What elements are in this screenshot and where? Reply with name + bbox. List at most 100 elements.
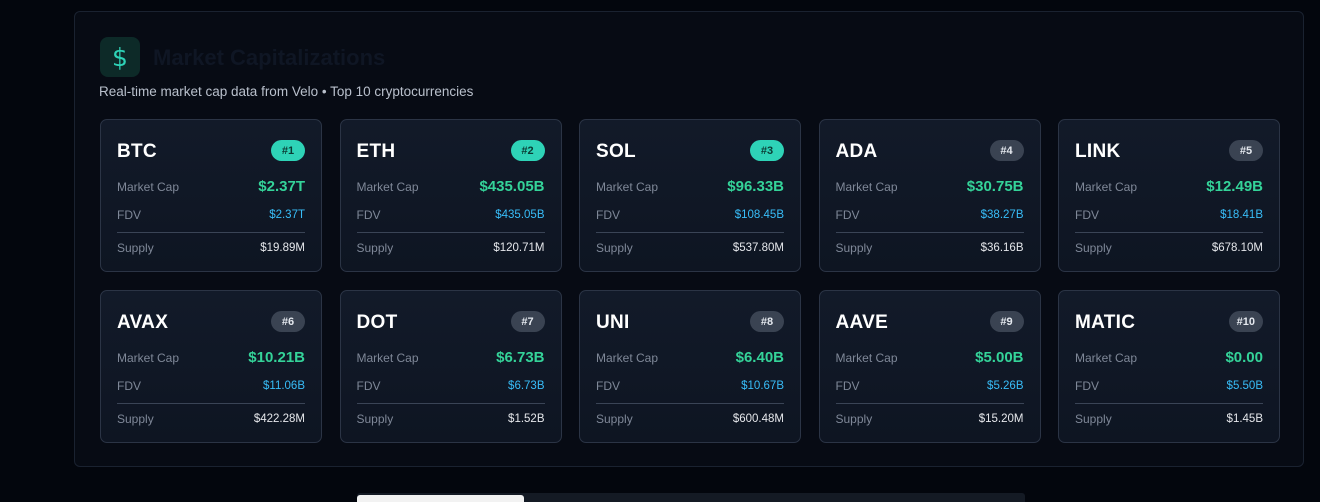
coin-symbol: UNI: [596, 312, 630, 333]
coin-symbol: BTC: [117, 141, 157, 162]
supply-value: $19.89M: [260, 242, 305, 254]
market-cap-value: $96.33B: [727, 178, 784, 195]
market-cap-value: $435.05B: [479, 178, 545, 195]
market-cap-label: Market Cap: [596, 350, 659, 365]
market-cap-value: $0.00: [1225, 349, 1263, 366]
coin-symbol: AVAX: [117, 312, 169, 333]
divider: [596, 403, 784, 404]
panel-title: Market Capitalizations: [153, 45, 386, 70]
crypto-card-aave[interactable]: AAVE #9 Market Cap $5.00B FDV $5.26B Suppl…: [818, 290, 1041, 443]
fdv-value: $5.50B: [1226, 380, 1263, 392]
crypto-card-grid: BTC #1 Market Cap $2.37T FDV $2.37T Supply…: [100, 119, 1280, 443]
supply-label: Supply: [356, 412, 394, 426]
fdv-label: FDV: [835, 379, 860, 393]
supply-value: $600.48M: [732, 413, 784, 425]
crypto-card-ada[interactable]: ADA #4 Market Cap $30.75B FDV $38.27B Supp…: [818, 119, 1041, 272]
divider: [117, 232, 305, 233]
supply-label: Supply: [1075, 241, 1112, 255]
market-cap-panel: $ Market Capitalizations Real-time marke…: [74, 11, 1304, 467]
crypto-card-uni[interactable]: UNI #8 Market Cap $6.40B FDV $10.67B Suppl…: [579, 290, 801, 443]
dollar-icon: $: [100, 37, 140, 77]
coin-symbol: LINK: [1075, 141, 1121, 162]
supply-value: $15.20M: [978, 413, 1024, 425]
coin-symbol: DOT: [356, 312, 398, 333]
fdv-label: FDV: [356, 208, 381, 222]
rank-badge: #5: [1229, 140, 1263, 161]
rank-badge: #9: [989, 311, 1024, 332]
market-cap-label: Market Cap: [596, 179, 659, 194]
fdv-label: FDV: [117, 379, 141, 393]
rank-badge: #6: [271, 311, 305, 332]
supply-label: Supply: [596, 241, 633, 255]
supply-label: Supply: [596, 412, 633, 426]
horizontal-scrollbar[interactable]: [357, 493, 1025, 502]
supply-value: $1.45B: [1226, 413, 1263, 425]
divider: [1075, 403, 1263, 404]
crypto-card-eth[interactable]: ETH #2 Market Cap $435.05B FDV $435.05B Su…: [339, 119, 562, 272]
market-cap-label: Market Cap: [1075, 350, 1138, 365]
coin-symbol: ADA: [835, 141, 878, 162]
rank-badge: #2: [510, 140, 545, 161]
fdv-label: FDV: [117, 208, 141, 222]
fdv-value: $10.67B: [741, 380, 784, 392]
rank-badge: #10: [1228, 311, 1263, 332]
supply-label: Supply: [1075, 412, 1112, 426]
crypto-card-btc[interactable]: BTC #1 Market Cap $2.37T FDV $2.37T Supply…: [100, 119, 322, 272]
market-cap-label: Market Cap: [835, 179, 898, 194]
market-cap-value: $6.73B: [496, 349, 545, 366]
fdv-value: $18.41B: [1220, 209, 1263, 221]
supply-value: $422.28M: [253, 413, 305, 425]
crypto-card-link[interactable]: LINK #5 Market Cap $12.49B FDV $18.41B Sup…: [1058, 119, 1280, 272]
crypto-card-dot[interactable]: DOT #7 Market Cap $6.73B FDV $6.73B Supply…: [339, 290, 562, 443]
supply-label: Supply: [835, 412, 873, 426]
crypto-card-matic[interactable]: MATIC #10 Market Cap $0.00 FDV $5.50B Supp…: [1058, 290, 1280, 443]
market-cap-label: Market Cap: [1075, 179, 1138, 194]
fdv-label: FDV: [1075, 379, 1099, 393]
crypto-card-avax[interactable]: AVAX #6 Market Cap $10.21B FDV $11.06B Sup…: [100, 290, 322, 443]
fdv-label: FDV: [596, 208, 620, 222]
supply-label: Supply: [356, 241, 394, 255]
fdv-value: $6.73B: [508, 380, 545, 392]
rank-badge: #1: [271, 140, 305, 161]
fdv-value: $108.45B: [734, 209, 784, 221]
fdv-value: $2.37T: [269, 209, 305, 221]
supply-value: $537.80M: [732, 242, 784, 254]
panel-subtitle: Real-time market cap data from Velo • To…: [99, 84, 474, 99]
supply-value: $678.10M: [1211, 242, 1263, 254]
market-cap-value: $12.49B: [1206, 178, 1263, 195]
market-cap-value: $5.00B: [975, 349, 1024, 366]
market-cap-value: $2.37T: [258, 178, 305, 195]
divider: [117, 403, 305, 404]
supply-value: $36.16B: [980, 242, 1024, 254]
scrollbar-thumb[interactable]: [357, 495, 524, 502]
fdv-value: $11.06B: [263, 380, 305, 392]
supply-value: $120.71M: [493, 242, 545, 254]
crypto-card-sol[interactable]: SOL #3 Market Cap $96.33B FDV $108.45B Sup…: [579, 119, 801, 272]
market-cap-label: Market Cap: [835, 350, 898, 365]
supply-label: Supply: [835, 241, 873, 255]
rank-badge: #7: [510, 311, 545, 332]
market-cap-value: $30.75B: [966, 178, 1024, 195]
fdv-label: FDV: [1075, 208, 1099, 222]
rank-badge: #8: [750, 311, 784, 332]
fdv-value: $435.05B: [495, 209, 545, 221]
divider: [1075, 232, 1263, 233]
fdv-label: FDV: [356, 379, 381, 393]
market-cap-label: Market Cap: [356, 350, 419, 365]
fdv-label: FDV: [835, 208, 860, 222]
market-cap-label: Market Cap: [117, 179, 180, 194]
divider: [835, 403, 1024, 404]
divider: [835, 232, 1024, 233]
fdv-label: FDV: [596, 379, 620, 393]
market-cap-label: Market Cap: [356, 179, 419, 194]
divider: [596, 232, 784, 233]
fdv-value: $38.27B: [980, 209, 1024, 221]
coin-symbol: MATIC: [1075, 312, 1136, 333]
market-cap-value: $6.40B: [735, 349, 784, 366]
rank-badge: #3: [750, 140, 784, 161]
coin-symbol: AAVE: [835, 312, 889, 333]
coin-symbol: SOL: [596, 141, 636, 162]
market-cap-value: $10.21B: [248, 349, 305, 366]
rank-badge: #4: [989, 140, 1024, 161]
divider: [356, 403, 545, 404]
